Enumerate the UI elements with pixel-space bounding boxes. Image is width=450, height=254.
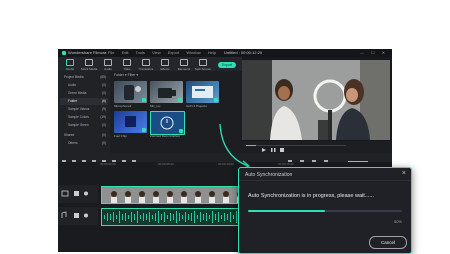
sidebar-item-label: Sample Colors [68, 115, 89, 119]
export-button[interactable]: Export [218, 62, 236, 68]
video-track-header [58, 185, 98, 203]
check-icon [178, 98, 182, 102]
sidebar-item[interactable]: Project Media (65) [60, 74, 108, 81]
menu-item[interactable]: Edit [122, 50, 129, 55]
ruler-tick: 00:00:05:00 [158, 162, 174, 166]
title-bar: Wondershare Filmora File Edit Tools View… [58, 49, 392, 57]
media-thumb-label: Zoomed Record Effect [150, 134, 180, 138]
dialog-divider [239, 180, 411, 181]
sidebar-item[interactable]: Shared (0) [60, 132, 108, 139]
tab-media[interactable]: Media [60, 59, 80, 71]
curved-arrow-icon [219, 123, 251, 170]
video-track-icons [61, 190, 88, 197]
menu-item[interactable]: File [108, 50, 114, 55]
cancel-button[interactable]: Cancel [369, 236, 407, 249]
dialog-message: Auto Synchronization is in progress, ple… [248, 193, 374, 199]
sidebar-item-count: (65) [100, 75, 106, 79]
sidebar-item-count: (0) [102, 133, 106, 137]
sidebar-item-count: (6) [102, 99, 106, 103]
titles-icon [123, 59, 131, 66]
media-thumb[interactable] [186, 81, 219, 103]
menu-item[interactable]: View [152, 50, 161, 55]
sidebar-item-label: Project Media [64, 75, 84, 79]
tab-elements[interactable]: Elements [174, 59, 194, 71]
sidebar-item-label: Audio [68, 83, 77, 87]
sidebar-item-folder[interactable]: Folder (6) [60, 98, 108, 105]
project-title: Untitled : 00:00:12:20 [224, 50, 263, 55]
sidebar-item[interactable]: Others (0) [60, 140, 108, 147]
elements-icon [180, 59, 188, 66]
sidebar-item-count: (0) [102, 91, 106, 95]
video-preview[interactable] [242, 60, 390, 140]
app-logo-icon [62, 51, 66, 55]
tab-transitions[interactable]: Transitions [136, 59, 156, 71]
tab-split-screen[interactable]: Split Screen [193, 59, 213, 71]
audio-track-header [58, 207, 98, 225]
menu-item[interactable]: Tools [136, 50, 145, 55]
media-thumb-label: Microphone3 [114, 104, 132, 108]
check-icon [142, 128, 146, 132]
menu-item[interactable]: Window [186, 50, 200, 55]
sidebar-item[interactable]: Sample Videos (9) [60, 106, 108, 113]
sidebar-item-count: (19) [100, 115, 106, 119]
tab-titles[interactable]: Titles [117, 59, 137, 71]
sidebar-item[interactable]: Sample Green (0) [60, 122, 108, 129]
ruler-tick: 00:00:15:00 [278, 162, 294, 166]
audio-icon [104, 59, 112, 66]
check-icon [214, 98, 218, 102]
window-buttons[interactable]: — ☐ ✕ [360, 50, 388, 55]
tab-effects[interactable]: Effects [155, 59, 175, 71]
stock-icon [85, 59, 93, 66]
sync-progress-bar [248, 210, 402, 212]
sidebar-item-count: (0) [102, 141, 106, 145]
menu-item[interactable]: Export [168, 50, 180, 55]
sidebar-item-count: (9) [102, 107, 106, 111]
media-filter-bar[interactable]: Folder ▾ Filter ▾ [114, 73, 138, 77]
dialog-title: Auto Synchronization [245, 172, 293, 178]
ruler-tick: 00:00:00:00 [100, 162, 116, 166]
sidebar-item[interactable]: Audio (0) [60, 82, 108, 89]
tab-audio[interactable]: Audio [98, 59, 118, 71]
sync-progress-fill [248, 210, 325, 212]
media-thumb[interactable] [114, 81, 147, 103]
sidebar-item[interactable]: Green Media (0) [60, 90, 108, 97]
sidebar-item-label: Folder [68, 99, 78, 103]
tab-stock-media[interactable]: Stock Media [79, 59, 99, 71]
auto-sync-dialog: Auto Synchronization × Auto Synchronizat… [238, 167, 412, 254]
media-thumb-selected[interactable] [150, 111, 185, 135]
sidebar-item[interactable]: Sample Colors (19) [60, 114, 108, 121]
media-thumb-label: GCN 3 Projects [186, 104, 207, 108]
sidebar-item-label: Sample Videos [68, 107, 90, 111]
sidebar-item-label: Green Media [68, 91, 87, 95]
media-thumb-label: Mic_rec [150, 104, 161, 108]
check-icon [142, 98, 146, 102]
sidebar-item-label: Shared [64, 133, 75, 137]
interview-video-frame [242, 60, 390, 140]
sync-progress-percent: 50% [393, 219, 402, 224]
transitions-icon [142, 59, 150, 66]
effects-icon [161, 59, 169, 66]
menu-item[interactable]: Help [208, 50, 216, 55]
playback-controls [242, 141, 392, 153]
media-icon [66, 59, 74, 66]
media-thumb[interactable] [150, 81, 183, 103]
close-icon[interactable]: × [402, 170, 406, 177]
media-thumb[interactable] [114, 111, 147, 133]
sidebar-item-count: (0) [102, 123, 106, 127]
sidebar-item-label: Sample Green [68, 123, 89, 127]
check-icon [179, 129, 183, 133]
sidebar-item-label: Others [68, 141, 78, 145]
main-toolbar: Media Stock Media Audio Titles Transitio… [58, 57, 242, 71]
split-screen-icon [199, 59, 207, 66]
audio-track-icons [61, 211, 88, 218]
menu-bar: File Edit Tools View Export Window Help [108, 50, 222, 55]
sidebar-item-count: (0) [102, 83, 106, 87]
media-thumb-label: Fuel Chip [114, 134, 127, 138]
app-name: Wondershare Filmora [68, 50, 107, 55]
